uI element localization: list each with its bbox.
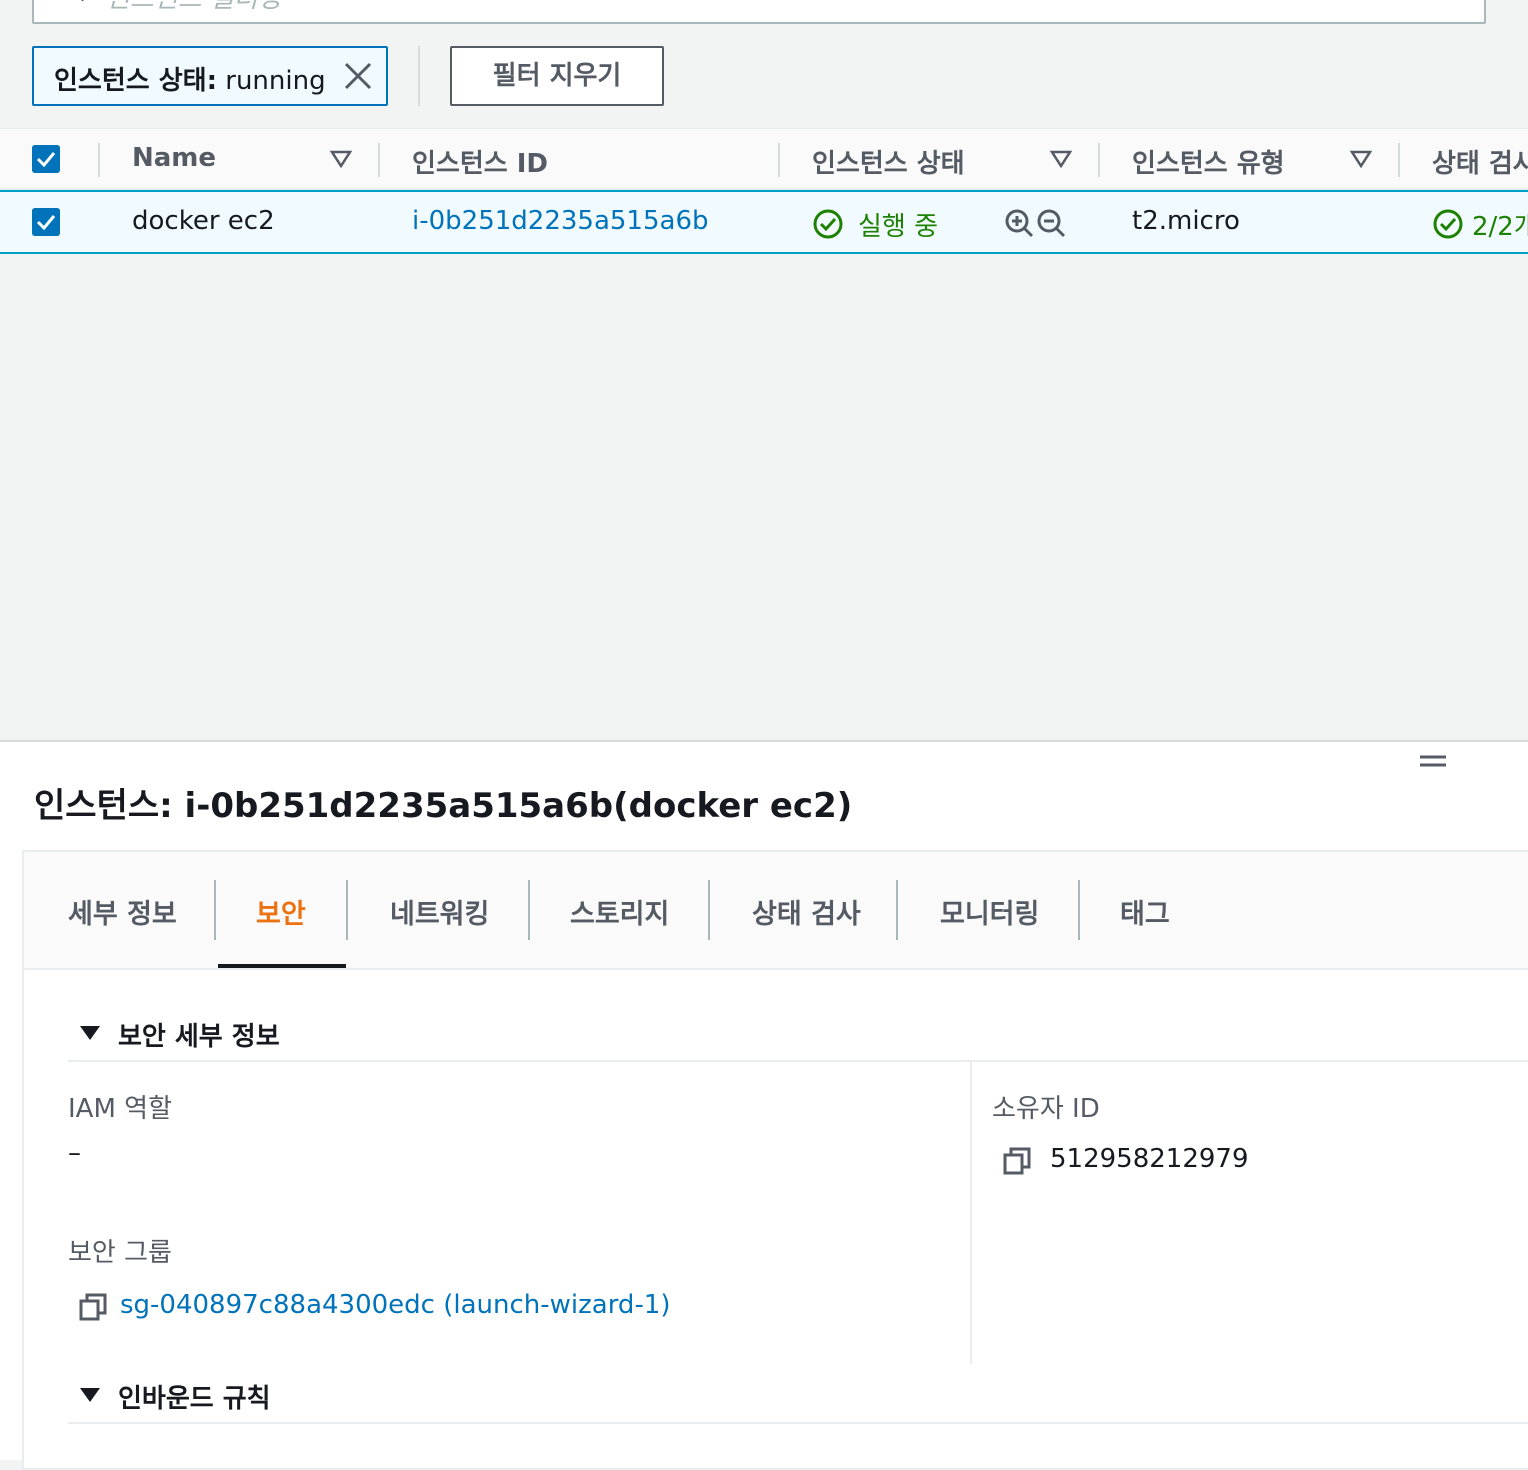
search-input[interactable]: 인스턴스 필터링 <box>32 0 1486 24</box>
select-all-checkbox[interactable] <box>32 145 60 173</box>
tab-security[interactable]: 보안 <box>256 892 306 931</box>
sort-icon[interactable] <box>1050 149 1072 169</box>
tab-separator <box>896 880 898 940</box>
details-container: 세부 정보 보안 네트워킹 스토리지 상태 검사 모니터링 태그 보안 세부 정… <box>22 850 1528 1470</box>
security-group-label: 보안 그룹 <box>68 1238 172 1268</box>
owner-id-value: 512958212979 <box>1050 1144 1249 1174</box>
column-header-name[interactable]: Name <box>132 143 216 173</box>
tab-storage[interactable]: 스토리지 <box>570 892 669 931</box>
column-header-instance-id[interactable]: 인스턴스 ID <box>412 143 548 180</box>
tab-status-checks[interactable]: 상태 검사 <box>752 892 861 931</box>
inbound-rules-heading[interactable]: 인바운드 규칙 <box>118 1378 271 1415</box>
section-divider <box>68 1060 1528 1062</box>
instance-id-link[interactable]: i-0b251d2235a515a6b <box>412 206 709 236</box>
filter-token-value: running <box>225 66 326 96</box>
security-details-heading[interactable]: 보안 세부 정보 <box>118 1016 280 1053</box>
active-tab-indicator <box>218 964 346 968</box>
drag-handle-icon[interactable] <box>1420 754 1446 768</box>
tab-separator <box>528 880 530 940</box>
caret-down-icon[interactable] <box>80 1386 100 1404</box>
sort-icon[interactable] <box>330 149 352 169</box>
tab-separator <box>708 880 710 940</box>
filter-token: 인스턴스 상태: running <box>32 46 388 106</box>
tab-separator <box>214 880 216 940</box>
instance-state: 실행 중 <box>858 212 939 242</box>
column-header-instance-type[interactable]: 인스턴스 유형 <box>1132 143 1285 180</box>
column-separator <box>98 143 100 177</box>
column-separator <box>1398 143 1400 177</box>
copy-icon[interactable] <box>1002 1146 1032 1176</box>
zoom-in-icon[interactable] <box>1004 208 1034 238</box>
column-separator <box>778 143 780 177</box>
search-placeholder: 인스턴스 필터링 <box>106 0 282 15</box>
column-separator <box>378 143 380 177</box>
instance-name: docker ec2 <box>132 206 275 236</box>
iam-role-label: IAM 역할 <box>68 1094 172 1124</box>
tab-networking[interactable]: 네트워킹 <box>390 892 489 931</box>
tab-details[interactable]: 세부 정보 <box>68 892 177 931</box>
iam-role-value: – <box>68 1138 81 1168</box>
divider <box>418 46 420 106</box>
zoom-out-icon[interactable] <box>1036 208 1066 238</box>
filter-token-label: 인스턴스 상태: running <box>54 60 326 97</box>
tab-separator <box>1078 880 1080 940</box>
copy-icon[interactable] <box>78 1292 108 1322</box>
row-checkbox[interactable] <box>32 208 60 236</box>
column-divider <box>970 1062 972 1364</box>
tab-bar: 세부 정보 보안 네트워킹 스토리지 상태 검사 모니터링 태그 <box>24 852 1528 970</box>
filter-token-key: 인스턴스 상태: <box>54 66 217 96</box>
table-row[interactable]: docker ec2 i-0b251d2235a515a6b 실행 중 t2.m… <box>0 190 1528 254</box>
instance-type: t2.micro <box>1132 206 1240 236</box>
close-icon[interactable] <box>342 60 374 92</box>
sort-icon[interactable] <box>1350 149 1372 169</box>
column-separator <box>1098 143 1100 177</box>
clear-filters-button[interactable]: 필터 지우기 <box>450 46 664 106</box>
check-circle-icon <box>813 209 843 239</box>
search-icon <box>81 0 84 2</box>
security-group-link[interactable]: sg-040897c88a4300edc (launch-wizard-1) <box>120 1290 671 1320</box>
details-title: 인스턴스: i-0b251d2235a515a6b(docker ec2) <box>34 786 853 826</box>
caret-down-icon[interactable] <box>80 1024 100 1042</box>
tab-monitoring[interactable]: 모니터링 <box>940 892 1039 931</box>
section-divider <box>68 1422 1528 1424</box>
owner-id-label: 소유자 ID <box>992 1094 1100 1124</box>
column-header-status-check[interactable]: 상태 검사 <box>1432 143 1528 180</box>
status-check-value: 2/2개 <box>1472 212 1528 242</box>
check-circle-icon <box>1433 209 1463 239</box>
tab-separator <box>346 880 348 940</box>
column-header-instance-state[interactable]: 인스턴스 상태 <box>812 143 965 180</box>
tab-tags[interactable]: 태그 <box>1120 892 1170 931</box>
details-split-pane: 인스턴스: i-0b251d2235a515a6b(docker ec2) 세부… <box>0 740 1528 1470</box>
table-header: Name 인스턴스 ID 인스턴스 상태 인스턴스 유형 상태 검사 <box>0 128 1528 190</box>
